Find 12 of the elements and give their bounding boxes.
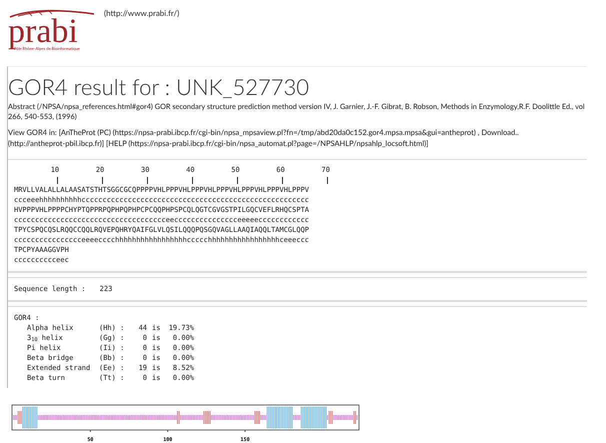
ruler-tick — [282, 176, 284, 184]
home-link[interactable]: (http://www.prabi.fr/) — [104, 8, 180, 18]
ruler-tick — [237, 176, 238, 184]
ruler-tick — [192, 176, 194, 184]
ruler-tick — [146, 176, 148, 184]
page-title: GOR4 result for : UNK_527730 — [8, 73, 310, 101]
axis-tick — [167, 430, 168, 432]
ruler-tick — [327, 176, 328, 184]
axis-tick — [244, 430, 246, 432]
ruler-tick — [56, 176, 58, 184]
ruler-tick — [102, 176, 103, 184]
axis-tick — [90, 430, 91, 432]
